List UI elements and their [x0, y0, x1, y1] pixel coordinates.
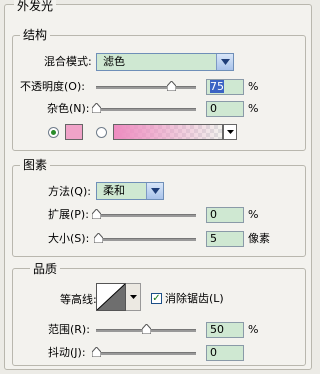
size-unit: 像素 — [248, 232, 270, 245]
noise-input[interactable]: 0 — [206, 101, 244, 117]
jitter-input[interactable]: 0 — [206, 345, 244, 361]
spread-unit: % — [248, 208, 259, 221]
range-label: 范围(R): — [48, 323, 90, 336]
size-input[interactable]: 5 — [206, 231, 244, 247]
glow-color-swatch[interactable] — [65, 124, 83, 140]
spread-slider-track[interactable] — [96, 214, 196, 217]
range-slider-thumb[interactable] — [142, 324, 151, 334]
jitter-label: 抖动(J): — [48, 346, 86, 359]
size-label: 大小(S): — [48, 232, 90, 245]
antialias-checkbox[interactable]: ✓ — [151, 293, 162, 304]
size-slider-track[interactable] — [96, 238, 196, 241]
method-value: 柔和 — [103, 184, 125, 197]
blend-mode-dropdown[interactable]: 滤色 — [96, 53, 234, 71]
opacity-input[interactable]: 75 — [206, 79, 244, 95]
chevron-down-icon — [226, 130, 234, 134]
contour-preview[interactable] — [96, 283, 126, 311]
chevron-down-icon — [129, 295, 137, 299]
size-slider-thumb[interactable] — [94, 233, 103, 243]
contour-picker-button[interactable] — [126, 283, 141, 311]
gradient-picker-button[interactable] — [223, 124, 237, 140]
chevron-down-icon — [146, 183, 163, 199]
method-label: 方法(Q): — [48, 185, 91, 198]
noise-slider-thumb[interactable] — [92, 103, 101, 113]
jitter-slider-track[interactable] — [96, 352, 196, 355]
noise-label: 杂色(N): — [47, 102, 90, 115]
solid-color-radio[interactable] — [48, 127, 59, 138]
chevron-down-icon — [216, 54, 233, 70]
jitter-slider-thumb[interactable] — [92, 347, 101, 357]
noise-slider-track[interactable] — [96, 108, 196, 111]
opacity-label: 不透明度(O): — [20, 80, 85, 93]
noise-unit: % — [248, 102, 259, 115]
gradient-radio[interactable] — [96, 127, 107, 138]
elements-title: 图素 — [20, 158, 51, 172]
antialias-label[interactable]: 消除锯齿(L) — [165, 292, 224, 306]
opacity-slider-track[interactable] — [96, 86, 196, 89]
spread-label: 扩展(P): — [48, 208, 89, 221]
contour-curve-icon — [97, 284, 125, 310]
spread-input[interactable]: 0 — [206, 207, 244, 223]
method-dropdown[interactable]: 柔和 — [96, 182, 164, 200]
range-input[interactable]: 50 — [206, 322, 244, 338]
contour-label: 等高线: — [60, 293, 97, 306]
blend-mode-label: 混合模式: — [44, 55, 92, 68]
structure-title: 结构 — [20, 28, 51, 42]
panel-title: 外发光 — [14, 0, 57, 13]
opacity-slider-thumb[interactable] — [167, 81, 176, 91]
gradient-preview[interactable] — [113, 124, 223, 140]
blend-mode-value: 滤色 — [103, 55, 125, 68]
spread-slider-thumb[interactable] — [92, 209, 101, 219]
quality-title: 品质 — [30, 262, 61, 276]
opacity-unit: % — [248, 80, 259, 93]
range-unit: % — [248, 323, 259, 336]
